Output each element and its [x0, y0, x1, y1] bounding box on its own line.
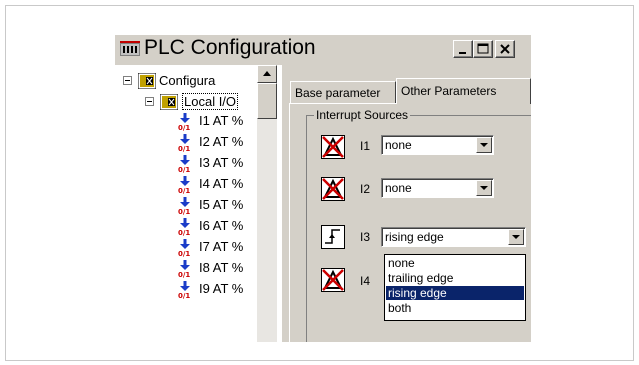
tree-scrollbar[interactable]: [257, 65, 277, 342]
close-icon: [500, 44, 510, 54]
interrupt-disabled-icon: [321, 268, 345, 292]
tree-item-label: I3 AT %: [199, 155, 244, 170]
interrupt-label: I2: [360, 182, 371, 196]
digital-input-icon: 0/1: [177, 175, 193, 194]
dropdown-option[interactable]: trailing edge: [386, 271, 524, 285]
tab-other-parameters[interactable]: Other Parameters: [396, 78, 531, 104]
tree-item-label: I8 AT %: [199, 260, 244, 275]
digital-input-icon: 0/1: [177, 238, 193, 257]
collapse-icon[interactable]: [145, 97, 154, 106]
svg-text:0/1: 0/1: [178, 250, 190, 257]
dropdown-option[interactable]: none: [386, 256, 524, 270]
interrupt-sources-label: Interrupt Sources: [314, 108, 411, 122]
tree-item-label: I1 AT %: [199, 113, 244, 128]
interrupt-label: I1: [360, 139, 371, 153]
io-chip-icon: [160, 94, 178, 110]
tree-item-label: I7 AT %: [199, 239, 244, 254]
chevron-down-icon[interactable]: [508, 229, 524, 245]
scroll-up-button[interactable]: [257, 65, 277, 83]
tree-item-label: I5 AT %: [199, 197, 244, 212]
digital-input-icon: 0/1: [177, 154, 193, 173]
svg-text:0/1: 0/1: [178, 229, 190, 236]
digital-input-icon: 0/1: [177, 196, 193, 215]
tree-item-label: I4 AT %: [199, 176, 244, 191]
maximize-icon: [477, 43, 489, 54]
interrupt-source-dropdown-list[interactable]: none trailing edge rising edge both: [384, 254, 526, 321]
interrupt-disabled-icon: [321, 135, 345, 159]
interrupt-label: I4: [360, 274, 371, 288]
minimize-button[interactable]: [453, 40, 473, 58]
scroll-thumb[interactable]: [257, 83, 277, 119]
svg-text:0/1: 0/1: [178, 271, 190, 278]
collapse-icon[interactable]: [123, 76, 132, 85]
minimize-icon: [459, 52, 466, 54]
tab-base-parameter[interactable]: Base parameter: [290, 81, 396, 103]
tree-item-label: I2 AT %: [199, 134, 244, 149]
configuration-tree[interactable]: Configura Local I/O 0/1 I1 AT % 0/1 I2 AT %…: [115, 65, 282, 342]
svg-text:0/1: 0/1: [178, 145, 190, 152]
scroll-up-icon: [263, 71, 271, 76]
maximize-button[interactable]: [473, 40, 493, 58]
svg-text:0/1: 0/1: [178, 166, 190, 173]
interrupt-source-select-i3[interactable]: rising edge: [381, 227, 526, 247]
interrupt-disabled-icon: [321, 177, 345, 201]
dropdown-option[interactable]: both: [386, 301, 524, 315]
digital-input-icon: 0/1: [177, 112, 193, 131]
tree-node-label: Local I/O: [182, 93, 239, 110]
svg-text:0/1: 0/1: [178, 292, 190, 299]
svg-text:0/1: 0/1: [178, 124, 190, 131]
close-button[interactable]: [495, 40, 515, 58]
interrupt-source-select-i1[interactable]: none: [381, 135, 494, 155]
svg-text:0/1: 0/1: [178, 208, 190, 215]
interrupt-source-select-i2[interactable]: none: [381, 178, 494, 198]
tree-item-label: I9 AT %: [199, 281, 244, 296]
digital-input-icon: 0/1: [177, 280, 193, 299]
digital-input-icon: 0/1: [177, 217, 193, 236]
window-title: PLC Configuration: [144, 36, 316, 59]
digital-input-icon: 0/1: [177, 133, 193, 152]
title-bar[interactable]: PLC Configuration: [115, 35, 531, 65]
rising-edge-icon: [321, 225, 345, 249]
tree-node-label: Configura: [159, 73, 216, 88]
digital-input-icon: 0/1: [177, 259, 193, 278]
dropdown-option[interactable]: rising edge: [386, 286, 524, 300]
config-chip-icon: [138, 73, 156, 89]
chevron-down-icon[interactable]: [476, 180, 492, 196]
interrupt-label: I3: [360, 230, 371, 244]
svg-text:0/1: 0/1: [178, 187, 190, 194]
tree-item-label: I6 AT %: [199, 218, 244, 233]
chevron-down-icon[interactable]: [476, 137, 492, 153]
app-icon: [120, 41, 140, 56]
